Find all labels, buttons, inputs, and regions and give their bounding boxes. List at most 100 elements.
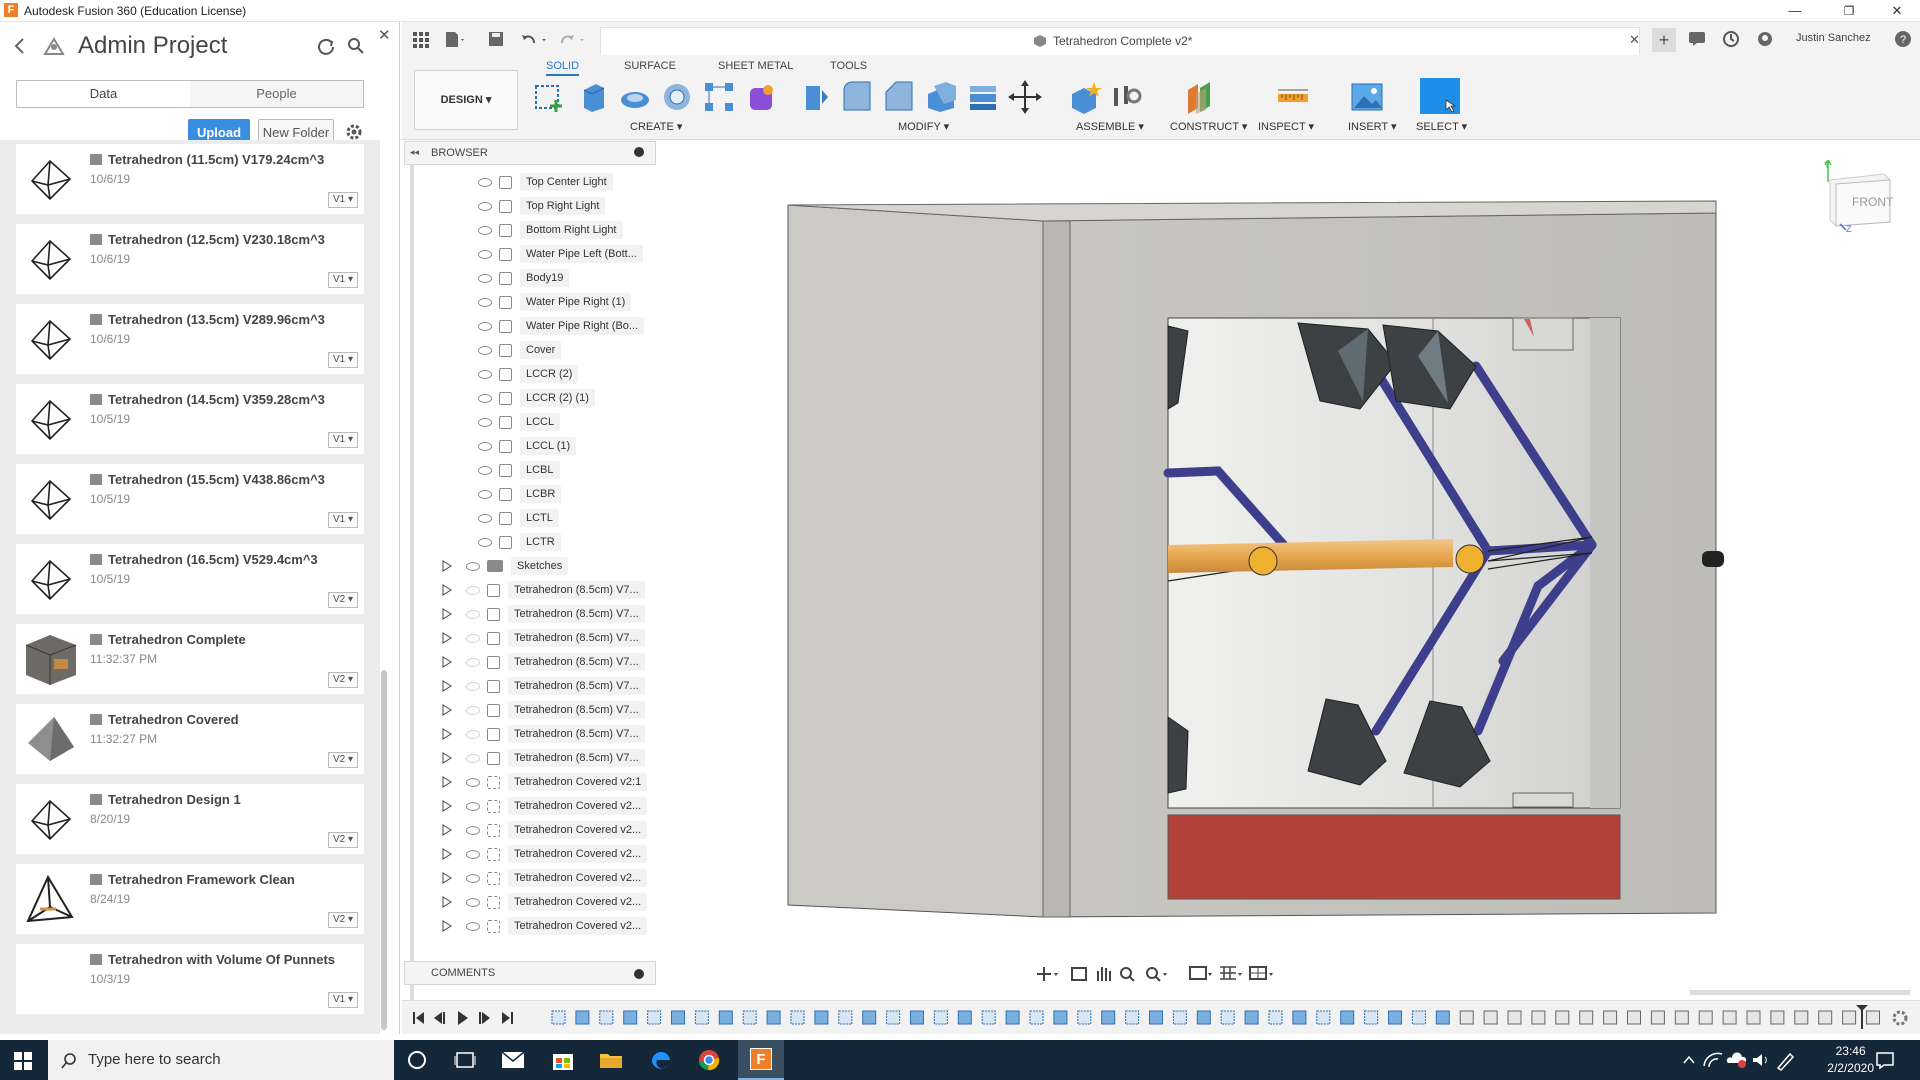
timeline-joint-feature[interactable] <box>1555 1010 1570 1025</box>
save-icon[interactable] <box>488 31 504 47</box>
help-icon[interactable]: ? <box>1894 30 1912 48</box>
timeline-sketch-feature[interactable] <box>1364 1010 1379 1025</box>
timeline-sketch-feature[interactable] <box>551 1010 566 1025</box>
browser-component-row[interactable]: Tetrahedron (8.5cm) V7... <box>442 627 645 649</box>
file-thumbnail[interactable] <box>20 389 80 449</box>
timeline-sketch-feature[interactable] <box>766 1010 781 1025</box>
fit-zoom-icon[interactable] <box>1146 967 1167 982</box>
body-label[interactable]: Water Pipe Right (Bo... <box>520 317 645 336</box>
visibility-eye-icon[interactable] <box>478 417 492 427</box>
chrome-browser-icon[interactable] <box>696 1048 722 1072</box>
timeline-sketch-feature[interactable] <box>1220 1010 1235 1025</box>
pattern-icon[interactable] <box>702 80 736 114</box>
timeline-joint-feature[interactable] <box>1603 1010 1618 1025</box>
expand-arrow-icon[interactable] <box>442 872 452 885</box>
expand-arrow-icon[interactable] <box>442 776 452 789</box>
maximize-button[interactable]: ❐ <box>1826 0 1872 22</box>
assemble-menu[interactable]: ASSEMBLE ▾ <box>1076 120 1144 133</box>
timeline-play-icon[interactable] <box>458 1011 468 1025</box>
file-thumbnail[interactable] <box>20 229 80 289</box>
redo-icon[interactable] <box>558 30 588 50</box>
expand-arrow-icon[interactable] <box>442 584 452 597</box>
component-label[interactable]: Tetrahedron Covered v2... <box>508 821 648 840</box>
timeline-joint-feature[interactable] <box>1770 1010 1785 1025</box>
timeline-joint-feature[interactable] <box>1579 1010 1594 1025</box>
press-pull-icon[interactable] <box>798 80 832 114</box>
visibility-eye-icon[interactable] <box>478 393 492 403</box>
file-thumbnail[interactable] <box>20 629 80 689</box>
visibility-eye-icon[interactable] <box>466 681 480 691</box>
component-label[interactable]: Tetrahedron (8.5cm) V7... <box>508 677 645 696</box>
body-label[interactable]: Top Center Light <box>520 173 613 192</box>
tab-people[interactable]: People <box>190 81 363 107</box>
browser-component-row[interactable]: Tetrahedron Covered v2... <box>442 891 648 913</box>
timeline-sketch-feature[interactable] <box>1435 1010 1450 1025</box>
body-label[interactable]: LCCL (1) <box>520 437 577 456</box>
browser-component-row[interactable]: Tetrahedron (8.5cm) V7... <box>442 699 645 721</box>
body-label[interactable]: Top Right Light <box>520 197 606 216</box>
browser-component-row[interactable]: Tetrahedron (8.5cm) V7... <box>442 675 645 697</box>
component-label[interactable]: Sketches <box>511 557 569 576</box>
visibility-eye-icon[interactable] <box>478 225 492 235</box>
component-label[interactable]: Tetrahedron Covered v2... <box>508 845 648 864</box>
expand-arrow-icon[interactable] <box>442 728 452 741</box>
insert-menu[interactable]: INSERT ▾ <box>1348 120 1397 133</box>
timeline-sketch-feature[interactable] <box>671 1010 685 1025</box>
display-settings-icon[interactable] <box>1189 966 1212 980</box>
component-label[interactable]: Tetrahedron Covered v2... <box>508 893 648 912</box>
revolve-icon[interactable] <box>618 80 652 114</box>
timeline-joint-feature[interactable] <box>1483 1010 1498 1025</box>
visibility-eye-icon[interactable] <box>466 921 480 931</box>
body-label[interactable]: LCCR (2) (1) <box>520 389 595 408</box>
body-label[interactable]: LCBL <box>520 461 560 480</box>
timeline-previous-icon[interactable] <box>434 1012 445 1024</box>
file-card[interactable]: Tetrahedron with Volume Of Punnets 10/3/1… <box>16 944 364 1014</box>
visibility-eye-icon[interactable] <box>466 561 480 571</box>
browser-body-row[interactable]: Water Pipe Right (1) <box>478 291 632 313</box>
visibility-eye-icon[interactable] <box>466 705 480 715</box>
version-dropdown[interactable]: V1 ▾ <box>328 272 358 288</box>
file-name[interactable]: Tetrahedron Covered <box>90 712 239 727</box>
visibility-eye-icon[interactable] <box>478 321 492 331</box>
timeline-sketch-feature[interactable] <box>1005 1010 1020 1025</box>
create-form-icon[interactable] <box>744 80 778 114</box>
visibility-eye-icon[interactable] <box>478 177 492 187</box>
component-label[interactable]: Tetrahedron (8.5cm) V7... <box>508 581 645 600</box>
timeline-joint-feature[interactable] <box>1459 1010 1474 1025</box>
browser-body-row[interactable]: LCTR <box>478 531 561 553</box>
file-card[interactable]: Tetrahedron (15.5cm) V438.86cm^3 10/5/19 V… <box>16 464 364 534</box>
timeline-sketch-feature[interactable] <box>1029 1010 1044 1025</box>
timeline-sketch-feature[interactable] <box>1244 1010 1259 1025</box>
minimize-button[interactable]: — <box>1772 0 1818 22</box>
expand-arrow-icon[interactable] <box>442 704 452 717</box>
file-card[interactable]: Tetrahedron Design 1 8/20/19 V2 ▾ <box>16 784 364 854</box>
browser-component-row[interactable]: Tetrahedron (8.5cm) V7... <box>442 579 645 601</box>
viewports-icon[interactable] <box>1249 966 1273 980</box>
visibility-eye-icon[interactable] <box>466 585 480 595</box>
timeline-sketch-feature[interactable] <box>910 1010 924 1025</box>
inspect-menu[interactable]: INSPECT ▾ <box>1258 120 1314 133</box>
joint-icon[interactable] <box>1110 80 1144 114</box>
tab-tools[interactable]: TOOLS <box>830 60 867 72</box>
component-label[interactable]: Tetrahedron (8.5cm) V7... <box>508 629 645 648</box>
hole-icon[interactable] <box>660 80 694 114</box>
close-window-button[interactable]: ✕ <box>1874 0 1920 22</box>
component-label[interactable]: Tetrahedron Covered v2... <box>508 917 648 936</box>
file-thumbnail[interactable] <box>20 309 80 369</box>
tab-sheet-metal[interactable]: SHEET METAL <box>718 60 793 72</box>
visibility-eye-icon[interactable] <box>478 297 492 307</box>
timeline-joint-feature[interactable] <box>1866 1010 1880 1025</box>
grid-menu-icon[interactable] <box>412 31 430 49</box>
timeline-sketch-feature[interactable] <box>790 1010 805 1025</box>
timeline-sketch-feature[interactable] <box>575 1010 590 1025</box>
timeline-sketch-feature[interactable] <box>1172 1010 1187 1025</box>
file-thumbnail[interactable] <box>20 149 80 209</box>
3d-viewport[interactable] <box>658 141 1920 987</box>
component-label[interactable]: Tetrahedron Covered v2... <box>508 797 648 816</box>
timeline-joint-feature[interactable] <box>1746 1010 1761 1025</box>
timeline-sketch-feature[interactable] <box>718 1010 733 1025</box>
move-copy-icon[interactable] <box>1008 80 1042 114</box>
visibility-eye-icon[interactable] <box>466 657 480 667</box>
version-dropdown[interactable]: V2 ▾ <box>328 912 358 928</box>
version-dropdown[interactable]: V2 ▾ <box>328 592 358 608</box>
